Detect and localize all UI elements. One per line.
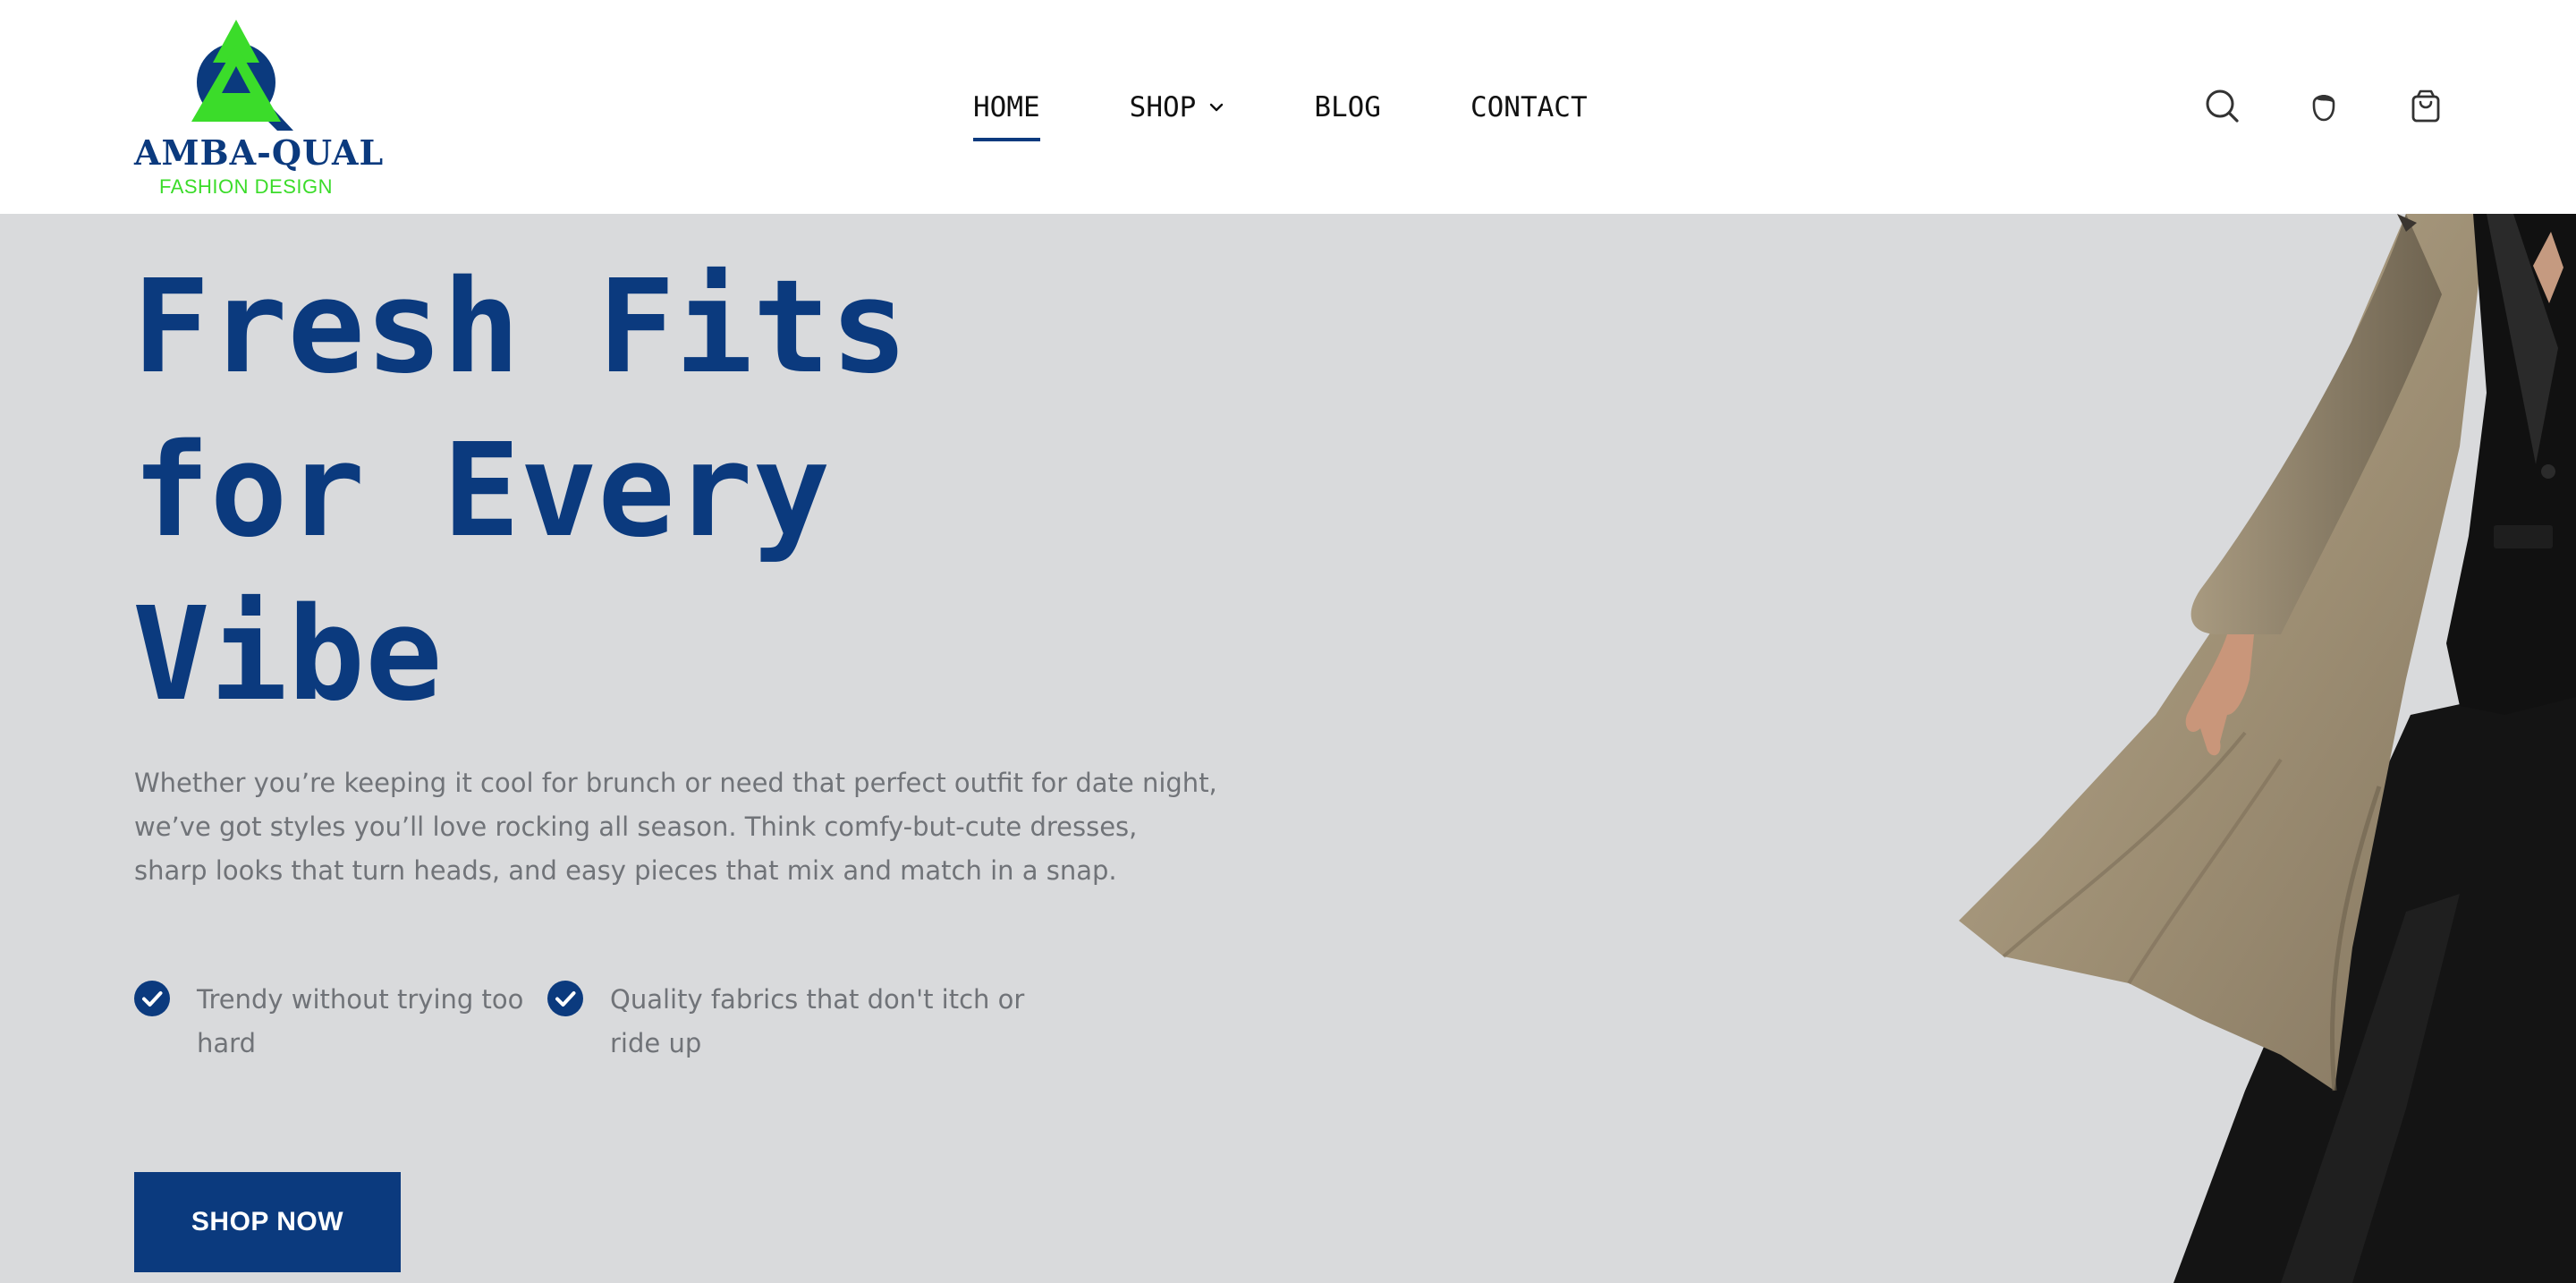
feature-text-line: Quality fabrics that don't itch or xyxy=(610,984,1025,1015)
nav-contact[interactable]: CONTACT xyxy=(1470,91,1588,123)
nav-home[interactable]: HOME xyxy=(973,91,1040,141)
feature-item: Trendy without trying too hard xyxy=(134,978,523,1066)
hero-title-line: Vibe xyxy=(132,579,443,729)
feature-item: Quality fabrics that don't itch or ride … xyxy=(547,978,1024,1066)
brand-tagline: FASHION DESIGN xyxy=(158,175,334,198)
cart-icon xyxy=(2411,89,2440,123)
brand-logo[interactable]: AMBA-QUAL FASHION DESIGN xyxy=(134,16,385,202)
main-nav: HOME SHOP BLOG CONTACT xyxy=(973,86,1588,141)
feature-text-line: hard xyxy=(197,1028,256,1058)
hero-description-line: Whether you’re keeping it cool for brunc… xyxy=(134,768,1217,798)
hero-description-line: sharp looks that turn heads, and easy pi… xyxy=(134,855,1117,886)
feature-text: Quality fabrics that don't itch or ride … xyxy=(610,978,1024,1066)
check-circle-icon xyxy=(547,981,583,1016)
brand-name: AMBA-QUAL xyxy=(134,132,385,173)
cart-button[interactable] xyxy=(2406,86,2445,125)
hero-title: Fresh Fits for Every Vibe xyxy=(132,245,1116,736)
header-actions xyxy=(2202,86,2445,125)
search-icon xyxy=(2206,89,2239,123)
feature-text-line: ride up xyxy=(610,1028,702,1058)
nav-shop[interactable]: SHOP xyxy=(1130,91,1225,123)
feature-text: Trendy without trying too hard xyxy=(197,978,523,1066)
nav-shop-label: SHOP xyxy=(1129,91,1197,123)
nav-blog-label: BLOG xyxy=(1314,91,1381,123)
hero-title-line: Fresh Fits xyxy=(132,251,908,402)
nav-home-label: HOME xyxy=(973,91,1040,123)
logo-mark-icon xyxy=(191,20,293,131)
shop-now-button[interactable]: SHOP NOW xyxy=(134,1172,401,1272)
hero-description: Whether you’re keeping it cool for brunc… xyxy=(134,761,1217,893)
check-circle-icon xyxy=(134,981,170,1016)
nav-contact-label: CONTACT xyxy=(1470,91,1588,123)
search-button[interactable] xyxy=(2202,86,2241,125)
hero-description-line: we’ve got styles you’ll love rocking all… xyxy=(134,811,1138,842)
account-icon xyxy=(2312,95,2335,122)
chevron-down-icon xyxy=(1210,103,1224,112)
hero-model-image xyxy=(1959,214,2576,1283)
nav-blog[interactable]: BLOG xyxy=(1314,91,1381,123)
feature-text-line: Trendy without trying too xyxy=(197,984,524,1015)
hero-title-line: for Every xyxy=(132,415,831,565)
account-button[interactable] xyxy=(2304,86,2343,125)
site-header: AMBA-QUAL FASHION DESIGN HOME SHOP BLOG … xyxy=(0,0,2576,214)
